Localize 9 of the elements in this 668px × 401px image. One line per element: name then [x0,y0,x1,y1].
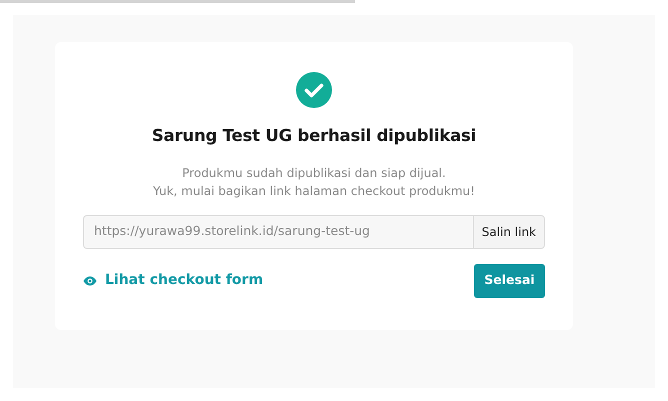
link-field[interactable]: https://yurawa99.storelink.id/sarung-test-ug [83,214,473,249]
success-title: Sarung Test UG berhasil dipublikasi [150,126,478,146]
check-icon [296,72,332,108]
copy-link-button[interactable]: Salin link [472,214,545,249]
done-button[interactable]: Selesai [474,264,545,298]
view-checkout-link[interactable]: Lihat checkout form [83,270,264,292]
message-text: Produkmu sudah dipublikasi dan siap dijual. [181,164,447,182]
message-text: Yuk, mulai bagikan link halaman checkout produkmu! [152,182,476,200]
eye-icon [83,276,97,286]
